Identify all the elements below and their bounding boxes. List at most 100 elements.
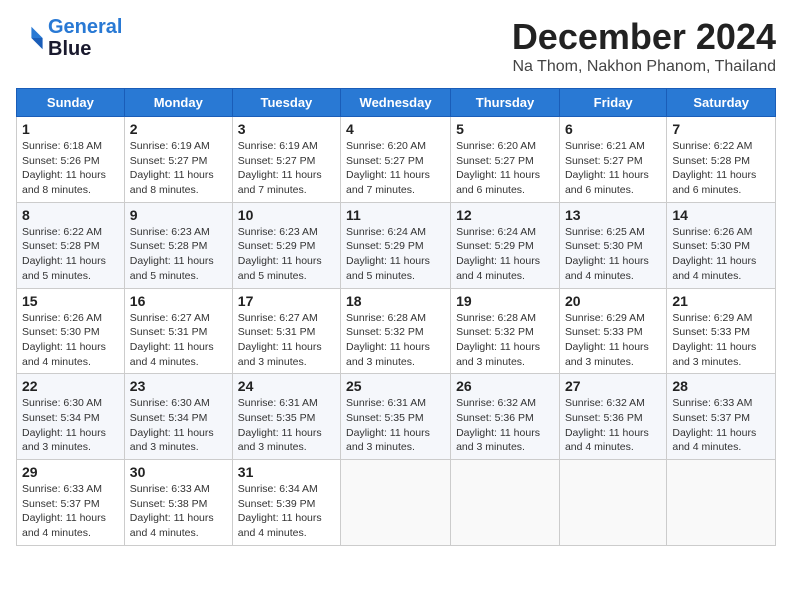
day-info: Sunrise: 6:28 AMSunset: 5:32 PMDaylight:…: [346, 311, 445, 370]
day-info: Sunrise: 6:26 AMSunset: 5:30 PMDaylight:…: [22, 311, 119, 370]
day-info: Sunrise: 6:33 AMSunset: 5:37 PMDaylight:…: [672, 396, 770, 455]
day-info: Sunrise: 6:21 AMSunset: 5:27 PMDaylight:…: [565, 139, 661, 198]
day-number: 6: [565, 121, 661, 137]
calendar-cell: 9 Sunrise: 6:23 AMSunset: 5:28 PMDaylight…: [124, 202, 232, 288]
calendar-cell: 10 Sunrise: 6:23 AMSunset: 5:29 PMDayligh…: [232, 202, 340, 288]
day-info: Sunrise: 6:31 AMSunset: 5:35 PMDaylight:…: [346, 396, 445, 455]
day-number: 16: [130, 293, 227, 309]
day-info: Sunrise: 6:18 AMSunset: 5:26 PMDaylight:…: [22, 139, 119, 198]
day-number: 15: [22, 293, 119, 309]
day-info: Sunrise: 6:26 AMSunset: 5:30 PMDaylight:…: [672, 225, 770, 284]
day-number: 25: [346, 378, 445, 394]
weekday-header: Sunday: [17, 89, 125, 117]
calendar-cell: 6 Sunrise: 6:21 AMSunset: 5:27 PMDaylight…: [559, 117, 666, 203]
day-number: 19: [456, 293, 554, 309]
weekday-header: Wednesday: [341, 89, 451, 117]
calendar-cell: 11 Sunrise: 6:24 AMSunset: 5:29 PMDayligh…: [341, 202, 451, 288]
calendar-cell: 27 Sunrise: 6:32 AMSunset: 5:36 PMDayligh…: [559, 374, 666, 460]
day-number: 24: [238, 378, 335, 394]
day-info: Sunrise: 6:20 AMSunset: 5:27 PMDaylight:…: [346, 139, 445, 198]
calendar-table: SundayMondayTuesdayWednesdayThursdayFrid…: [16, 88, 776, 546]
day-info: Sunrise: 6:30 AMSunset: 5:34 PMDaylight:…: [22, 396, 119, 455]
day-number: 4: [346, 121, 445, 137]
calendar-cell: 5 Sunrise: 6:20 AMSunset: 5:27 PMDaylight…: [451, 117, 560, 203]
day-info: Sunrise: 6:32 AMSunset: 5:36 PMDaylight:…: [456, 396, 554, 455]
day-number: 1: [22, 121, 119, 137]
day-info: Sunrise: 6:19 AMSunset: 5:27 PMDaylight:…: [130, 139, 227, 198]
day-info: Sunrise: 6:24 AMSunset: 5:29 PMDaylight:…: [346, 225, 445, 284]
calendar-header: SundayMondayTuesdayWednesdayThursdayFrid…: [17, 89, 776, 117]
day-info: Sunrise: 6:29 AMSunset: 5:33 PMDaylight:…: [565, 311, 661, 370]
calendar-cell: 14Sunrise: 6:26 AMSunset: 5:30 PMDayligh…: [667, 202, 776, 288]
day-info: Sunrise: 6:27 AMSunset: 5:31 PMDaylight:…: [238, 311, 335, 370]
calendar-week: 1 Sunrise: 6:18 AMSunset: 5:26 PMDaylight…: [17, 117, 776, 203]
day-number: 27: [565, 378, 661, 394]
calendar-cell: 7 Sunrise: 6:22 AMSunset: 5:28 PMDaylight…: [667, 117, 776, 203]
day-number: 29: [22, 464, 119, 480]
day-info: Sunrise: 6:22 AMSunset: 5:28 PMDaylight:…: [672, 139, 770, 198]
day-info: Sunrise: 6:34 AMSunset: 5:39 PMDaylight:…: [238, 482, 335, 541]
day-number: 13: [565, 207, 661, 223]
calendar-cell: 31Sunrise: 6:34 AMSunset: 5:39 PMDayligh…: [232, 460, 340, 546]
weekday-header: Thursday: [451, 89, 560, 117]
weekday-header: Tuesday: [232, 89, 340, 117]
day-info: Sunrise: 6:33 AMSunset: 5:37 PMDaylight:…: [22, 482, 119, 541]
calendar-cell: 4 Sunrise: 6:20 AMSunset: 5:27 PMDaylight…: [341, 117, 451, 203]
calendar-cell: 8Sunrise: 6:22 AMSunset: 5:28 PMDaylight…: [17, 202, 125, 288]
calendar-cell: 13 Sunrise: 6:25 AMSunset: 5:30 PMDayligh…: [559, 202, 666, 288]
calendar-cell: [667, 460, 776, 546]
day-number: 9: [130, 207, 227, 223]
logo-icon: [16, 24, 44, 52]
calendar-cell: 22 Sunrise: 6:30 AMSunset: 5:34 PMDayligh…: [17, 374, 125, 460]
calendar-cell: 18 Sunrise: 6:28 AMSunset: 5:32 PMDayligh…: [341, 288, 451, 374]
day-info: Sunrise: 6:29 AMSunset: 5:33 PMDaylight:…: [672, 311, 770, 370]
weekday-header: Friday: [559, 89, 666, 117]
calendar-cell: 25 Sunrise: 6:31 AMSunset: 5:35 PMDayligh…: [341, 374, 451, 460]
day-info: Sunrise: 6:23 AMSunset: 5:29 PMDaylight:…: [238, 225, 335, 284]
day-number: 3: [238, 121, 335, 137]
calendar-cell: 2 Sunrise: 6:19 AMSunset: 5:27 PMDaylight…: [124, 117, 232, 203]
day-number: 18: [346, 293, 445, 309]
day-info: Sunrise: 6:33 AMSunset: 5:38 PMDaylight:…: [130, 482, 227, 541]
day-number: 10: [238, 207, 335, 223]
calendar-cell: 21Sunrise: 6:29 AMSunset: 5:33 PMDayligh…: [667, 288, 776, 374]
day-number: 23: [130, 378, 227, 394]
calendar-cell: 26 Sunrise: 6:32 AMSunset: 5:36 PMDayligh…: [451, 374, 560, 460]
calendar-cell: 29 Sunrise: 6:33 AMSunset: 5:37 PMDayligh…: [17, 460, 125, 546]
calendar-cell: 12Sunrise: 6:24 AMSunset: 5:29 PMDayligh…: [451, 202, 560, 288]
day-number: 22: [22, 378, 119, 394]
day-number: 7: [672, 121, 770, 137]
calendar-week: 29 Sunrise: 6:33 AMSunset: 5:37 PMDayligh…: [17, 460, 776, 546]
day-number: 12: [456, 207, 554, 223]
day-number: 26: [456, 378, 554, 394]
calendar-week: 15 Sunrise: 6:26 AMSunset: 5:30 PMDayligh…: [17, 288, 776, 374]
header: GeneralBlue December 2024 Na Thom, Nakho…: [16, 16, 776, 76]
day-info: Sunrise: 6:28 AMSunset: 5:32 PMDaylight:…: [456, 311, 554, 370]
day-number: 2: [130, 121, 227, 137]
day-info: Sunrise: 6:30 AMSunset: 5:34 PMDaylight:…: [130, 396, 227, 455]
calendar-week: 8Sunrise: 6:22 AMSunset: 5:28 PMDaylight…: [17, 202, 776, 288]
calendar-cell: 28 Sunrise: 6:33 AMSunset: 5:37 PMDayligh…: [667, 374, 776, 460]
logo-text: GeneralBlue: [48, 16, 122, 60]
weekday-header: Saturday: [667, 89, 776, 117]
day-number: 28: [672, 378, 770, 394]
day-number: 5: [456, 121, 554, 137]
day-info: Sunrise: 6:23 AMSunset: 5:28 PMDaylight:…: [130, 225, 227, 284]
month-title: December 2024: [512, 16, 776, 58]
calendar-cell: 15 Sunrise: 6:26 AMSunset: 5:30 PMDayligh…: [17, 288, 125, 374]
calendar-cell: [451, 460, 560, 546]
day-info: Sunrise: 6:20 AMSunset: 5:27 PMDaylight:…: [456, 139, 554, 198]
location-title: Na Thom, Nakhon Phanom, Thailand: [512, 58, 776, 76]
title-block: December 2024 Na Thom, Nakhon Phanom, Th…: [512, 16, 776, 76]
day-info: Sunrise: 6:25 AMSunset: 5:30 PMDaylight:…: [565, 225, 661, 284]
calendar-cell: [559, 460, 666, 546]
calendar-week: 22 Sunrise: 6:30 AMSunset: 5:34 PMDayligh…: [17, 374, 776, 460]
day-info: Sunrise: 6:22 AMSunset: 5:28 PMDaylight:…: [22, 225, 119, 284]
calendar-cell: 16Sunrise: 6:27 AMSunset: 5:31 PMDayligh…: [124, 288, 232, 374]
calendar-cell: 30Sunrise: 6:33 AMSunset: 5:38 PMDayligh…: [124, 460, 232, 546]
calendar-cell: 1 Sunrise: 6:18 AMSunset: 5:26 PMDaylight…: [17, 117, 125, 203]
day-info: Sunrise: 6:32 AMSunset: 5:36 PMDaylight:…: [565, 396, 661, 455]
day-number: 11: [346, 207, 445, 223]
weekday-header: Monday: [124, 89, 232, 117]
calendar-cell: 17Sunrise: 6:27 AMSunset: 5:31 PMDayligh…: [232, 288, 340, 374]
